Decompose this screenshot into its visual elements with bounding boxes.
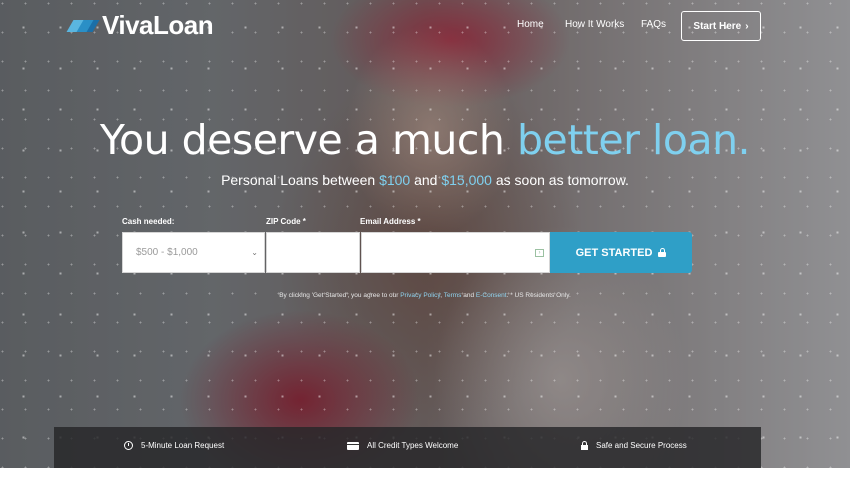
email-address-label: Email Address * [360, 217, 421, 226]
logo-mark-icon [66, 18, 100, 34]
navbar: VivaLoan Home How It Works FAQs Start He… [0, 0, 850, 52]
disclaimer-after: . * US Residents Only. [506, 292, 571, 299]
disclaimer-and: and [461, 292, 476, 299]
cash-needed-value: $500 - $1,000 [136, 247, 198, 258]
credit-card-icon [347, 441, 359, 450]
features-bar: 5-Minute Loan Request All Credit Types W… [54, 427, 761, 468]
email-input[interactable]: › [361, 232, 550, 273]
clock-icon [124, 441, 133, 450]
get-started-label: GET STARTED [575, 246, 653, 259]
headline-main: You deserve a much [99, 116, 517, 164]
cash-needed-select[interactable]: $500 - $1,000 ⌄ [122, 232, 265, 273]
privacy-policy-link[interactable]: Privacy Policy [400, 292, 440, 299]
terms-link[interactable]: Terms [444, 292, 462, 299]
lock-icon [581, 441, 588, 450]
lock-icon [658, 248, 667, 257]
subhead-before: Personal Loans between [221, 172, 380, 188]
logo[interactable]: VivaLoan [66, 10, 214, 41]
feature-label: Safe and Secure Process [596, 441, 687, 450]
hero-subheadline: Personal Loans between $100 and $15,000 … [0, 172, 850, 188]
subhead-after: as soon as tomorrow. [491, 172, 629, 188]
autofill-icon[interactable]: › [535, 249, 544, 257]
hero-headline: You deserve a much better loan. [0, 116, 850, 164]
start-here-label: Start Here [693, 20, 742, 32]
subhead-min-amount: $100 [379, 172, 411, 188]
zip-code-input[interactable] [266, 232, 360, 273]
nav-how-it-works-link[interactable]: How It Works [565, 19, 624, 30]
cash-needed-label: Cash needed: [122, 217, 175, 226]
feature-label: 5-Minute Loan Request [141, 441, 225, 450]
feature-item: 5-Minute Loan Request [124, 441, 224, 450]
chevron-right-icon: › [745, 20, 749, 32]
e-consent-link[interactable]: E-Consent [476, 292, 507, 299]
logo-text: VivaLoan [102, 10, 214, 40]
subhead-max-amount: $15,000 [441, 172, 492, 188]
feature-label: All Credit Types Welcome [367, 441, 459, 450]
disclaimer-text: By clicking 'Get Started', you agree to … [0, 292, 850, 299]
start-here-button[interactable]: Start Here › [681, 11, 761, 41]
chevron-down-icon: ⌄ [251, 248, 258, 257]
nav-faqs-link[interactable]: FAQs [641, 19, 666, 30]
subhead-mid: and [410, 172, 442, 188]
nav-home-link[interactable]: Home [517, 19, 544, 30]
zip-code-label: ZIP Code * [266, 217, 306, 226]
headline-accent: better loan. [516, 116, 751, 164]
feature-item: Safe and Secure Process [581, 441, 687, 450]
disclaimer-before: By clicking 'Get Started', you agree to … [279, 292, 401, 299]
get-started-button[interactable]: GET STARTED [550, 232, 692, 273]
feature-item: All Credit Types Welcome [347, 441, 458, 450]
